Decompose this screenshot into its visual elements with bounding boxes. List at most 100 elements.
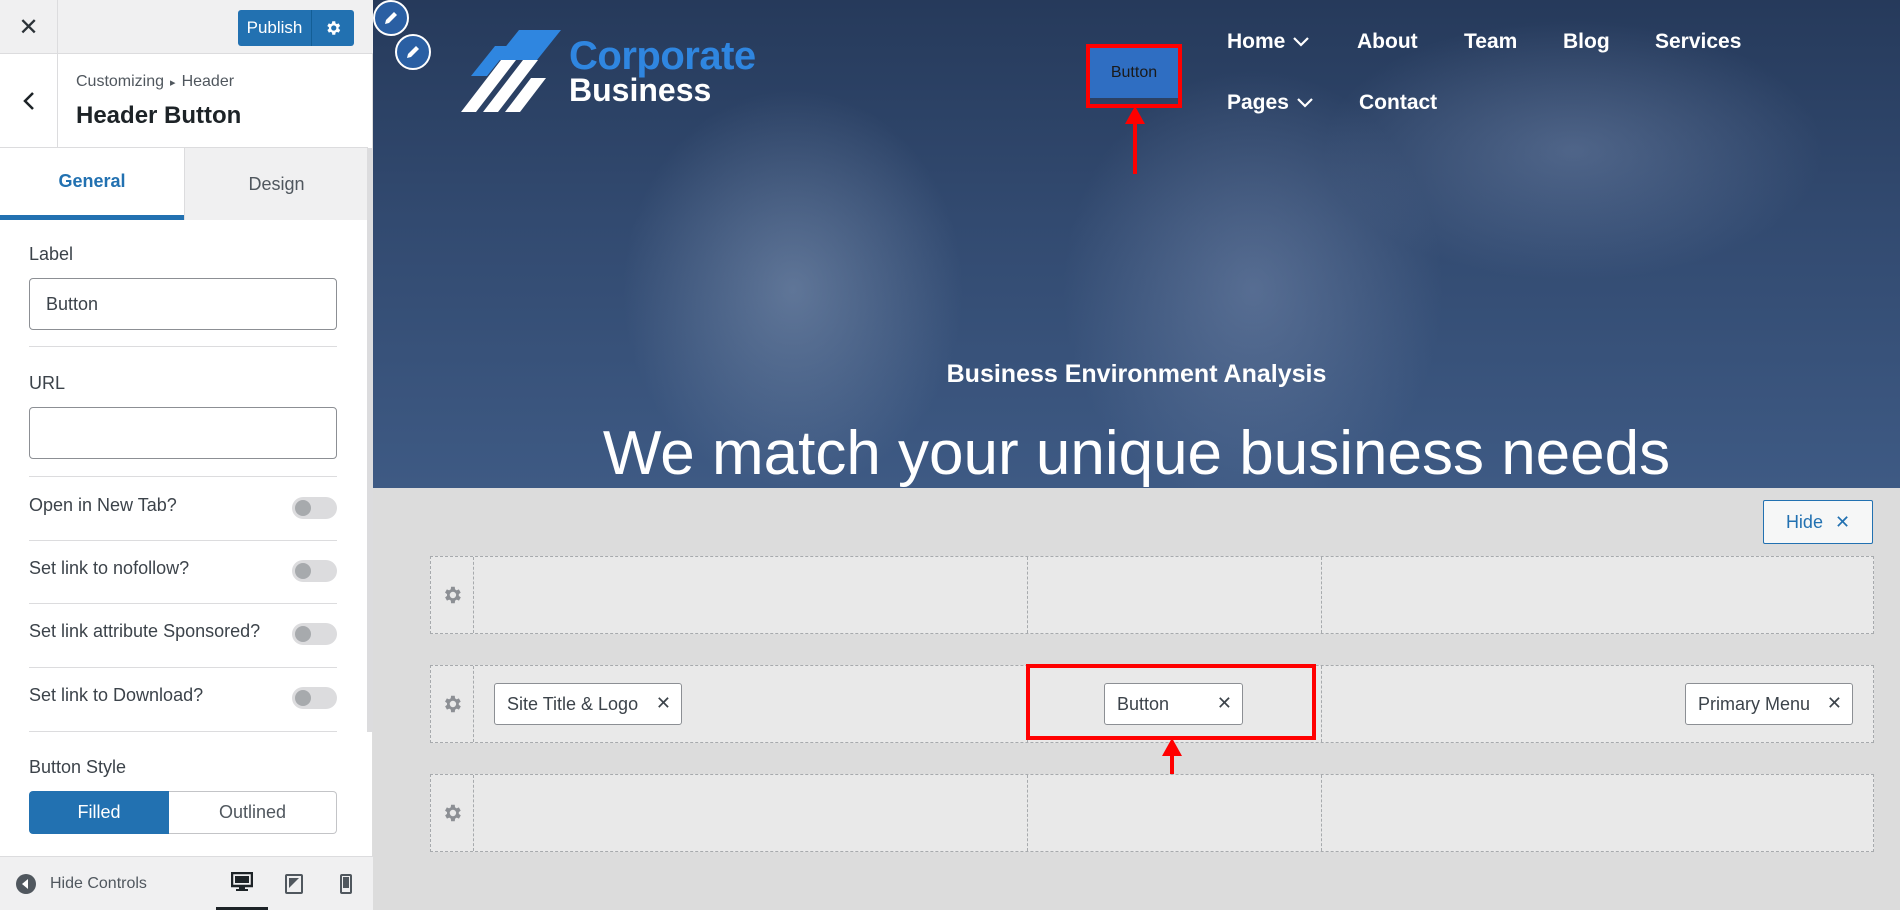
url-field-title: URL	[29, 373, 66, 393]
button-style-title: Button Style	[29, 757, 127, 777]
publish-group: Publish	[238, 10, 354, 46]
label-field-title: Label	[29, 244, 74, 264]
nav-item-about[interactable]: About	[1357, 30, 1418, 54]
nav-item-contact[interactable]: Contact	[1359, 91, 1437, 115]
preview-desktop-button[interactable]	[216, 857, 268, 910]
hide-controls-button[interactable]: Hide Controls	[16, 857, 147, 910]
logo-mark-icon	[461, 30, 561, 112]
mobile-icon	[340, 874, 352, 894]
column-divider	[1027, 775, 1028, 851]
nav-item-blog[interactable]: Blog	[1563, 30, 1610, 54]
hero-section: Corporate Business Button Home About Tea…	[373, 0, 1900, 488]
breadcrumb: Customizing ▸ Header	[76, 73, 234, 91]
style-filled-option[interactable]: Filled	[29, 791, 169, 834]
style-outlined-option[interactable]: Outlined	[169, 791, 337, 834]
close-customizer-button[interactable]: ✕	[0, 0, 58, 54]
divider	[29, 540, 337, 541]
divider	[29, 476, 337, 477]
column-divider	[1027, 557, 1028, 633]
hide-builder-button[interactable]: Hide ✕	[1763, 500, 1873, 544]
section-header: Customizing ▸ Header Header Button	[0, 54, 368, 148]
nav-item-pages[interactable]: Pages	[1227, 91, 1313, 115]
divider	[29, 731, 337, 732]
chevron-left-icon	[22, 92, 34, 110]
divider	[29, 667, 337, 668]
site-preview: Corporate Business Button Home About Tea…	[373, 0, 1900, 910]
toggle-label-download: Set link to Download?	[29, 685, 204, 705]
nav-item-services[interactable]: Services	[1655, 30, 1741, 54]
toggle-label-sponsored: Set link attribute Sponsored?	[29, 621, 261, 641]
chip-primary-menu[interactable]: Primary Menu ✕	[1685, 683, 1853, 725]
chip-label: Site Title & Logo	[507, 693, 639, 714]
edit-shortcut-site-header[interactable]	[373, 0, 409, 36]
tab-design[interactable]: Design	[184, 148, 368, 220]
preview-tablet-button[interactable]	[268, 857, 320, 910]
row-settings-button[interactable]	[431, 775, 474, 851]
gear-icon	[445, 695, 461, 713]
remove-chip-icon[interactable]: ✕	[656, 693, 671, 714]
column-divider	[1321, 666, 1322, 742]
row-settings-button[interactable]	[431, 557, 474, 633]
logo-line-2: Business	[569, 71, 712, 108]
collapse-icon	[16, 874, 36, 894]
toggle-label-nofollow: Set link to nofollow?	[29, 558, 190, 578]
panel-tabs: General Design	[0, 148, 368, 220]
arrow-up-icon	[1125, 106, 1145, 174]
toggle-download[interactable]	[292, 687, 337, 709]
remove-chip-icon[interactable]: ✕	[1827, 693, 1842, 714]
section-title: Header Button	[76, 102, 242, 129]
edit-shortcut-logo[interactable]	[395, 34, 431, 70]
hero-title: We match your unique business needs	[602, 419, 1671, 488]
toggle-nofollow[interactable]	[292, 560, 337, 582]
site-logo[interactable]: Corporate Business	[461, 30, 756, 112]
builder-row-bottom	[430, 774, 1874, 852]
divider	[29, 603, 337, 604]
close-icon: ✕	[1834, 511, 1851, 532]
breadcrumb-leaf: Header	[181, 73, 235, 90]
gear-icon	[445, 804, 461, 822]
tab-general[interactable]: General	[0, 148, 184, 220]
row-settings-button[interactable]	[431, 666, 474, 742]
gear-icon	[327, 21, 341, 35]
breadcrumb-separator: ▸	[170, 77, 176, 89]
chevron-down-icon	[1297, 98, 1313, 108]
breadcrumb-root: Customizing	[76, 73, 165, 90]
highlight-box-button-chip	[1026, 664, 1316, 740]
hide-controls-label: Hide Controls	[50, 875, 147, 892]
column-divider	[1321, 557, 1322, 633]
customizer-panel: ✕ Publish Customizing ▸ Header Header Butt…	[0, 0, 373, 910]
toggle-new-tab[interactable]	[292, 497, 337, 519]
pencil-icon	[385, 12, 397, 24]
hero-subtitle: Business Environment Analysis	[946, 360, 1327, 388]
label-input[interactable]: Button	[29, 278, 337, 330]
chip-site-title-logo[interactable]: Site Title & Logo ✕	[494, 683, 682, 725]
gear-icon	[445, 586, 461, 604]
tablet-icon	[285, 874, 303, 894]
pencil-icon	[407, 46, 419, 58]
back-button[interactable]	[0, 54, 58, 148]
logo-text: Corporate Business	[569, 33, 756, 108]
customizer-footer: Hide Controls	[0, 856, 373, 910]
chip-label: Primary Menu	[1698, 693, 1811, 714]
toggle-label-new-tab: Open in New Tab?	[29, 495, 177, 515]
desktop-icon	[231, 872, 253, 891]
toggle-sponsored[interactable]	[292, 623, 337, 645]
column-divider	[1321, 775, 1322, 851]
divider	[29, 346, 337, 347]
url-input[interactable]	[29, 407, 337, 459]
nav-item-team[interactable]: Team	[1464, 30, 1517, 54]
close-icon: ✕	[18, 13, 39, 41]
button-style-group: Filled Outlined	[29, 791, 337, 834]
nav-item-home[interactable]: Home	[1227, 30, 1310, 54]
publish-settings-button[interactable]	[312, 10, 354, 46]
preview-mobile-button[interactable]	[320, 857, 372, 910]
customizer-topbar: ✕ Publish	[0, 0, 373, 54]
chevron-down-icon	[1293, 37, 1310, 47]
builder-row-top	[430, 556, 1874, 634]
logo-line-1: Corporate	[569, 33, 756, 78]
highlight-box-header-button	[1086, 44, 1182, 108]
nav-home-label: Home	[1227, 30, 1286, 53]
nav-pages-label: Pages	[1227, 91, 1289, 114]
publish-button[interactable]: Publish	[238, 10, 312, 46]
hide-builder-label: Hide	[1785, 511, 1823, 532]
